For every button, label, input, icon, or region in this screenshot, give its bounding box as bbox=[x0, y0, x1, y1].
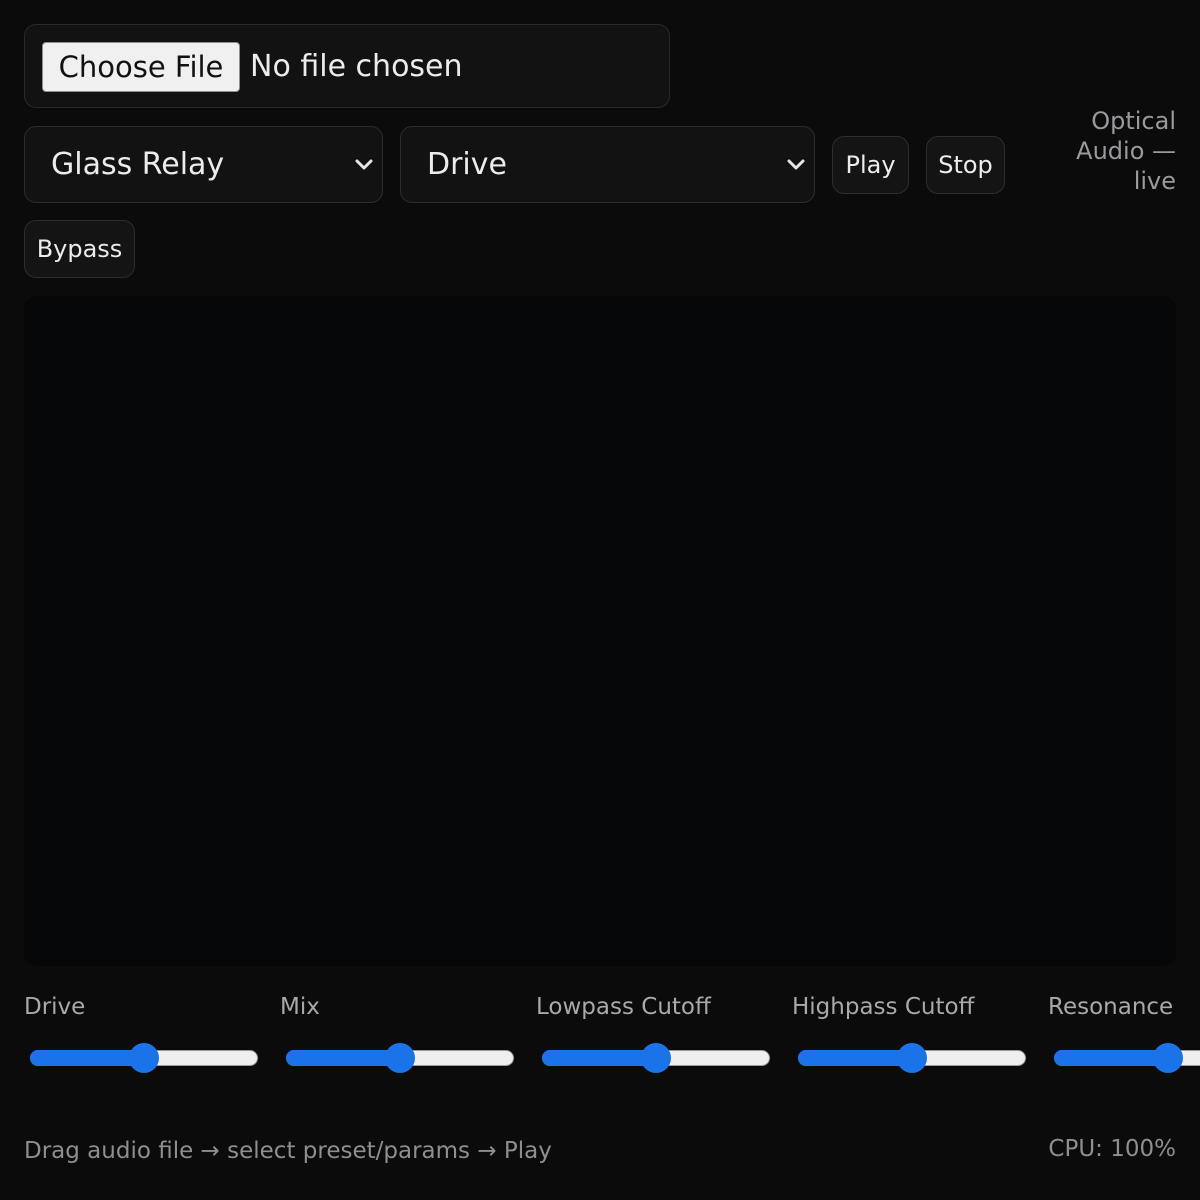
footer-hint: Drag audio file → select preset/params →… bbox=[24, 1138, 552, 1164]
play-button[interactable]: Play bbox=[832, 136, 909, 194]
slider-thumb[interactable] bbox=[129, 1043, 159, 1073]
effect-select-value: Drive bbox=[427, 147, 507, 182]
slider-fill bbox=[1054, 1050, 1168, 1066]
slider-fill bbox=[542, 1050, 656, 1066]
effect-select[interactable]: Drive bbox=[400, 126, 815, 203]
slider-thumb[interactable] bbox=[385, 1043, 415, 1073]
status-note: Optical Audio — live bbox=[1076, 107, 1176, 195]
mix-slider[interactable] bbox=[286, 1043, 514, 1073]
preset-select-value: Glass Relay bbox=[51, 147, 225, 182]
lowpass-cutoff-slider[interactable] bbox=[542, 1043, 770, 1073]
resonance-slider[interactable] bbox=[1054, 1043, 1200, 1073]
choose-file-button[interactable]: Choose File bbox=[42, 42, 240, 92]
app-root: Choose File No file chosen Glass Relay D… bbox=[0, 0, 1200, 1200]
highpass-cutoff-slider[interactable] bbox=[798, 1043, 1026, 1073]
slider-thumb[interactable] bbox=[641, 1043, 671, 1073]
slider-label: Lowpass Cutoff bbox=[536, 994, 711, 1020]
slider-label: Resonance bbox=[1048, 994, 1174, 1020]
file-input-container: Choose File No file chosen bbox=[24, 24, 670, 108]
slider-thumb[interactable] bbox=[1153, 1043, 1183, 1073]
slider-label: Highpass Cutoff bbox=[792, 994, 975, 1020]
cpu-indicator: CPU: 100% bbox=[1048, 1136, 1176, 1162]
bypass-button[interactable]: Bypass bbox=[24, 220, 135, 278]
slider-fill bbox=[798, 1050, 912, 1066]
preset-select[interactable]: Glass Relay bbox=[24, 126, 383, 203]
chevron-down-icon bbox=[787, 159, 805, 169]
drive-slider[interactable] bbox=[30, 1043, 258, 1073]
slider-fill bbox=[286, 1050, 400, 1066]
file-status-text: No file chosen bbox=[250, 49, 463, 84]
slider-label: Drive bbox=[24, 994, 86, 1020]
chevron-down-icon bbox=[355, 159, 373, 169]
stop-button[interactable]: Stop bbox=[926, 136, 1005, 194]
slider-thumb[interactable] bbox=[897, 1043, 927, 1073]
slider-fill bbox=[30, 1050, 144, 1066]
slider-label: Mix bbox=[280, 994, 320, 1020]
visualizer-canvas bbox=[24, 296, 1176, 966]
